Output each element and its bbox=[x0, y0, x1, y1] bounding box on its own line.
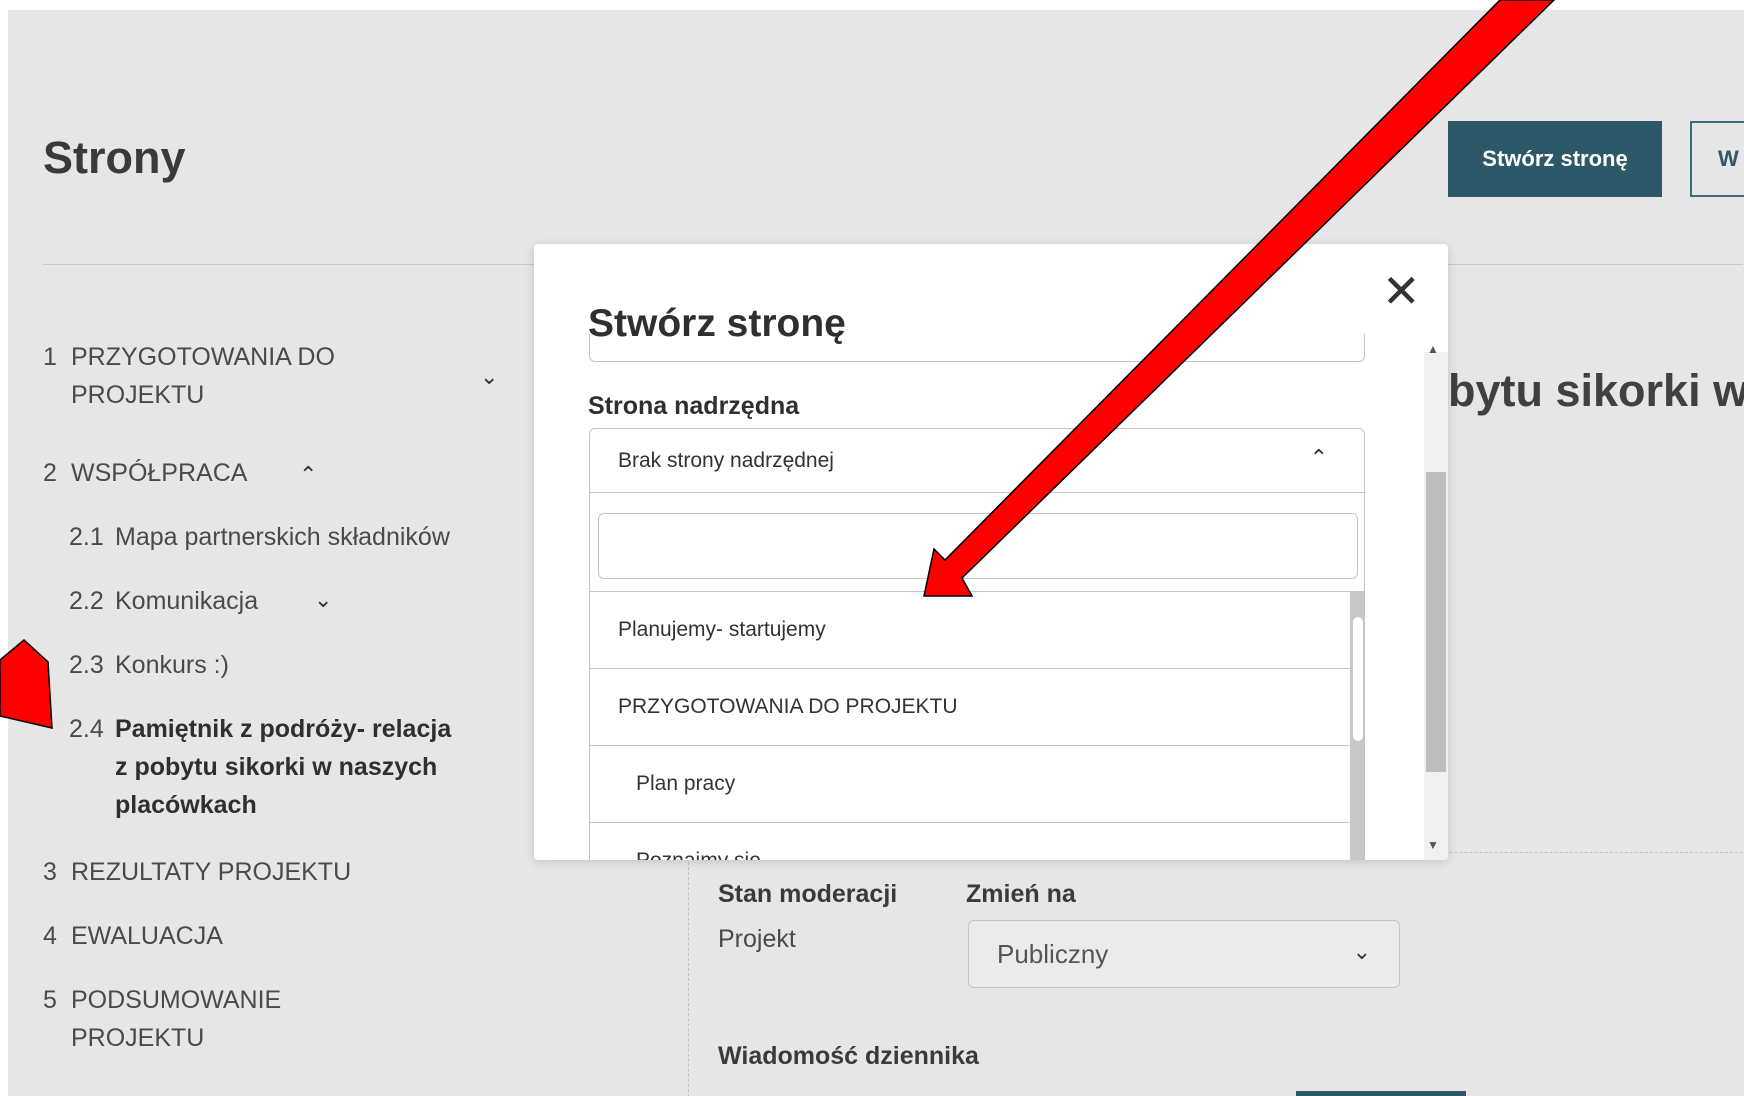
annotation-arrows bbox=[0, 0, 1556, 729]
annotation-arrow-main bbox=[923, 0, 1556, 597]
annotation-arrow-left bbox=[0, 639, 53, 729]
